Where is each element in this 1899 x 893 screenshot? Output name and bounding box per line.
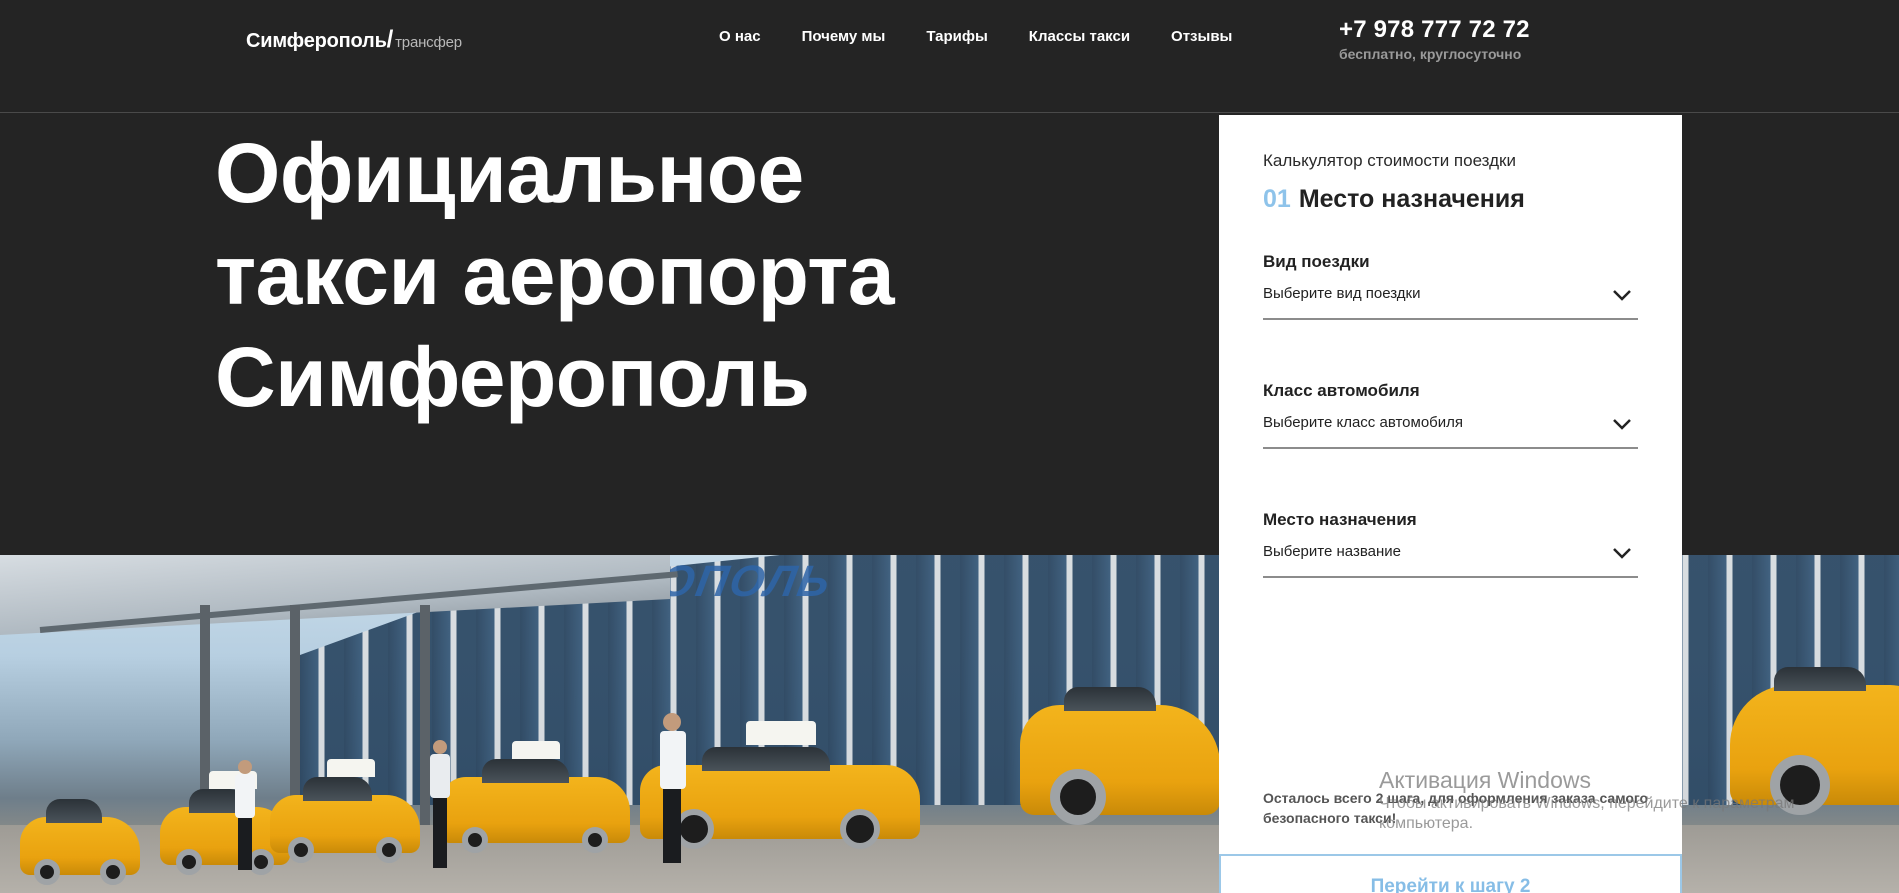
watermark-title: Активация Windows (1379, 767, 1591, 793)
destination-value: Выберите название (1263, 543, 1401, 560)
phone-note: бесплатно, круглосуточно (1339, 46, 1522, 62)
trip-type-select[interactable]: Выберите вид поездки (1263, 284, 1638, 320)
car-class-select[interactable]: Выберите класс автомобиля (1263, 413, 1638, 449)
hero-title: Официальное такси аеропорта Симферополь (215, 122, 1115, 428)
hero-title-line: Симферополь (215, 330, 810, 424)
nav-why-us[interactable]: Почему мы (802, 28, 886, 45)
main-nav: О нас Почему мы Тарифы Классы такси Отзы… (719, 28, 1273, 45)
car-class-field: Класс автомобиля Выберите класс автомоби… (1263, 381, 1638, 449)
taxi-car (1020, 687, 1220, 825)
person (660, 713, 686, 863)
taxi-car (440, 741, 630, 853)
phone-number[interactable]: +7 978 777 72 72 (1339, 16, 1530, 44)
step-title: Место назначения (1298, 185, 1525, 213)
calculator-label: Калькулятор стоимости поездки (1263, 151, 1516, 170)
nav-about[interactable]: О нас (719, 28, 761, 45)
nav-tariffs[interactable]: Тарифы (926, 28, 987, 45)
watermark-text: Чтобы активировать Windows, перейдите к … (1379, 795, 1795, 832)
person (430, 740, 450, 870)
taxi-car (270, 759, 420, 863)
destination-label: Место назначения (1263, 510, 1417, 529)
hero-title-line: такси аеропорта (215, 228, 895, 322)
nav-taxi-classes[interactable]: Классы такси (1029, 28, 1130, 45)
destination-select[interactable]: Выберите название (1263, 542, 1638, 578)
car-class-label: Класс автомобиля (1263, 381, 1420, 400)
chevron-down-icon (1612, 546, 1632, 560)
site-header: Симферополь/трансфер О нас Почему мы Тар… (0, 0, 1899, 113)
contact-block: +7 978 777 72 72 бесплатно, круглосуточн… (1339, 16, 1530, 62)
hero-title-line: Официальное (215, 126, 804, 220)
pillar (420, 605, 430, 845)
logo-slash: / (386, 26, 394, 53)
site-logo[interactable]: Симферополь/трансфер (246, 26, 462, 54)
trip-type-field: Вид поездки Выберите вид поездки (1263, 252, 1638, 320)
nav-reviews[interactable]: Отзывы (1171, 28, 1232, 45)
trip-type-label: Вид поездки (1263, 252, 1370, 271)
taxi-car (20, 799, 140, 885)
next-step-button[interactable]: Перейти к шагу 2 (1219, 854, 1682, 893)
car-class-value: Выберите класс автомобиля (1263, 414, 1464, 431)
step-number: 01 (1263, 185, 1291, 213)
logo-sub: трансфер (395, 34, 462, 51)
chevron-down-icon (1612, 288, 1632, 302)
step-heading: 01 Место назначения (1263, 185, 1525, 214)
trip-type-value: Выберите вид поездки (1263, 285, 1421, 302)
person (235, 760, 255, 870)
logo-main: Симферополь (246, 30, 387, 52)
chevron-down-icon (1612, 417, 1632, 431)
page: Симферополь/трансфер О нас Почему мы Тар… (0, 0, 1899, 893)
windows-activation-watermark: Активация Windows Чтобы активировать Win… (1379, 766, 1859, 834)
destination-field: Место назначения Выберите название (1263, 510, 1638, 578)
